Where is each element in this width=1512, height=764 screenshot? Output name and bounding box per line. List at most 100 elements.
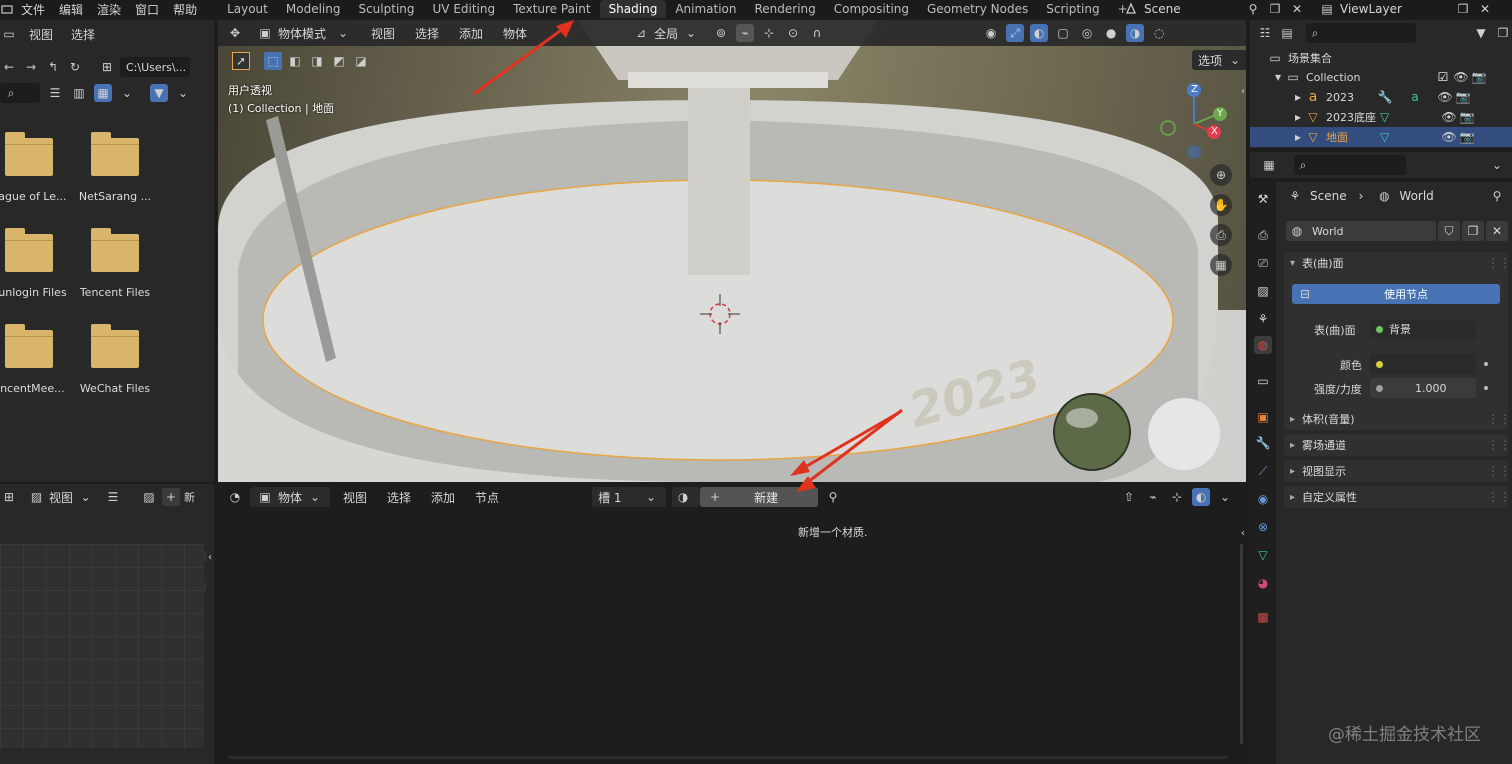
drag-handle-icon[interactable]: ⋮⋮: [1487, 410, 1511, 428]
shader-editor[interactable]: ◔ ▣ 物体 ⌄ 视图 选择 添加 节点 槽 1 ⌄ ◑ + 新建 ⚲ ⇧ ⌁ …: [218, 408, 1246, 764]
new-folder-icon[interactable]: ⊞: [98, 58, 116, 76]
pivot-icon[interactable]: ⊚: [712, 24, 730, 42]
shader-menu-select[interactable]: 选择: [380, 487, 418, 507]
eye-icon[interactable]: 👁: [1452, 68, 1470, 86]
refresh-icon[interactable]: ↻: [66, 58, 84, 76]
custom-properties-panel-header[interactable]: ▸ 自定义属性 ⋮⋮: [1284, 486, 1511, 508]
shading-rendered-icon[interactable]: ◌: [1150, 24, 1168, 42]
menu-render[interactable]: 渲染: [90, 0, 128, 18]
display-columns-icon[interactable]: ▥: [70, 84, 88, 102]
shader-menu-add[interactable]: 添加: [424, 487, 462, 507]
select-tool-icon[interactable]: ➚: [232, 52, 250, 70]
camera-icon[interactable]: ⎙: [1210, 224, 1232, 246]
drag-handle-icon[interactable]: ⋮⋮: [1487, 488, 1511, 506]
file-item[interactable]: encentMee...: [0, 324, 72, 395]
render-camera-icon[interactable]: 📷: [1458, 108, 1476, 126]
file-item[interactable]: Tencent Files: [72, 228, 158, 299]
new-scene-icon[interactable]: ❐: [1266, 0, 1284, 18]
hamburger-menu-icon[interactable]: ☰: [104, 488, 122, 506]
strength-keyframe-dot[interactable]: [1484, 386, 1488, 390]
render-tab-icon[interactable]: ⎙: [1254, 226, 1272, 244]
snap-target-icon[interactable]: ⊹: [1168, 488, 1186, 506]
select-box-invert-icon[interactable]: ◩: [330, 52, 348, 70]
display-mode-icon[interactable]: ▤: [1278, 24, 1296, 42]
file-search-input[interactable]: ⌕: [0, 83, 40, 103]
back-arrow-icon[interactable]: ←: [0, 58, 18, 76]
properties-search-input[interactable]: ⌕: [1294, 155, 1406, 175]
blender-menu-icon[interactable]: [0, 0, 14, 18]
zoom-icon[interactable]: ⊕: [1210, 164, 1232, 186]
shader-type-dropdown[interactable]: ▣ 物体 ⌄: [250, 487, 330, 507]
file-item[interactable]: Sunlogin Files: [0, 228, 72, 299]
surface-panel-header[interactable]: ▾ 表(曲)面 ⋮⋮: [1284, 252, 1511, 274]
eye-icon[interactable]: 👁: [1440, 128, 1458, 146]
outliner-row-object[interactable]: ▸ a 2023 🔧 a 👁 📷: [1250, 87, 1512, 107]
sidebar-toggle-chevron-icon[interactable]: ‹: [1234, 82, 1246, 100]
3d-viewport[interactable]: 2023 ✥ ▣ 物体模式 ⌄ 视图 选择 添加 物体 ⊿ 全局 ⌄ ⊚ ⌁ ⊹…: [218, 20, 1246, 482]
fb-menu-select[interactable]: 选择: [64, 24, 102, 44]
modifier-tab-icon[interactable]: 🔧: [1254, 434, 1272, 452]
physics-tab-icon[interactable]: ◉: [1254, 490, 1272, 508]
xray-icon[interactable]: ▢: [1054, 24, 1072, 42]
editor-type-icon[interactable]: ☷: [1256, 24, 1274, 42]
view-layer-selector[interactable]: ▤ ViewLayer ❐ ✕: [1318, 0, 1494, 18]
select-box-subtract-icon[interactable]: ◨: [308, 52, 326, 70]
material-tab-icon[interactable]: ◕: [1254, 574, 1272, 592]
filter-chevron-icon[interactable]: ⌄: [174, 84, 192, 102]
view-layer-tab-icon[interactable]: ▨: [1254, 282, 1272, 300]
drag-handle-icon[interactable]: ⋮⋮: [1487, 254, 1511, 272]
editor-type-icon[interactable]: ◔: [226, 488, 244, 506]
gizmo-icon[interactable]: ⤢: [1006, 24, 1025, 42]
add-image-icon[interactable]: +: [162, 488, 180, 506]
filter-icon[interactable]: ▼: [150, 84, 168, 102]
tab-animation[interactable]: Animation: [666, 0, 745, 18]
menu-window[interactable]: 窗口: [128, 0, 166, 18]
surface-shader-field[interactable]: 背景: [1370, 319, 1476, 339]
file-item[interactable]: eague of Le...: [0, 132, 72, 203]
pin-icon[interactable]: ⚲: [1244, 0, 1262, 18]
render-camera-icon[interactable]: 📷: [1454, 88, 1472, 106]
visibility-icon[interactable]: ◉: [982, 24, 1000, 42]
vp-menu-select[interactable]: 选择: [408, 23, 446, 43]
overlay-icon[interactable]: ◐: [1030, 24, 1049, 42]
mode-dropdown[interactable]: ▣ 物体模式 ⌄: [250, 23, 358, 43]
fb-menu-view[interactable]: 视图: [22, 24, 60, 44]
outliner-row-collection[interactable]: ▾ ▭ Collection ☑ 👁 📷: [1250, 67, 1512, 87]
tab-geometry-nodes[interactable]: Geometry Nodes: [918, 0, 1037, 18]
tool-tab-icon[interactable]: ⚒: [1254, 190, 1272, 208]
duplicate-world-button[interactable]: ❐: [1462, 221, 1484, 241]
pin-icon[interactable]: ⚲: [1488, 187, 1506, 205]
fake-user-button[interactable]: ⛉: [1438, 221, 1460, 241]
chevron-down-icon[interactable]: ⌄: [1216, 488, 1234, 506]
tab-modeling[interactable]: Modeling: [277, 0, 350, 18]
select-box-intersect-icon[interactable]: ◪: [352, 52, 370, 70]
sidebar-toggle-chevron-icon[interactable]: ‹: [206, 548, 214, 566]
select-box-extend-icon[interactable]: ◧: [286, 52, 304, 70]
new-image-label[interactable]: 新: [184, 489, 195, 505]
transform-orientation-dropdown[interactable]: ⊿ 全局 ⌄: [626, 23, 706, 43]
mist-pass-panel-header[interactable]: ▸ 雾场通道 ⋮⋮: [1284, 434, 1511, 456]
shader-hscrollbar[interactable]: [228, 756, 1228, 759]
new-view-layer-icon[interactable]: ❐: [1454, 0, 1472, 18]
tab-rendering[interactable]: Rendering: [746, 0, 825, 18]
vp-menu-view[interactable]: 视图: [364, 23, 402, 43]
output-tab-icon[interactable]: ⎚: [1254, 254, 1272, 272]
shading-wireframe-icon[interactable]: ◎: [1078, 24, 1096, 42]
eye-icon[interactable]: 👁: [1436, 88, 1454, 106]
editor-type-icon[interactable]: ⊞: [0, 488, 18, 506]
path-field[interactable]: C:\Users\...: [120, 57, 190, 77]
proportional-edit-icon[interactable]: ⊙: [784, 24, 802, 42]
chevron-down-icon[interactable]: ⌄: [1488, 156, 1506, 174]
shader-scrollbar[interactable]: [1240, 544, 1243, 744]
color-keyframe-dot[interactable]: [1484, 362, 1488, 366]
chevron-right-icon[interactable]: ▸: [1292, 128, 1304, 146]
overlay-icon[interactable]: ◐: [1192, 488, 1211, 506]
shader-menu-view[interactable]: 视图: [336, 487, 374, 507]
sort-chevron-icon[interactable]: ⌄: [118, 84, 136, 102]
world-tab-icon[interactable]: ◍: [1254, 336, 1272, 354]
object-tab-icon[interactable]: ▣: [1254, 408, 1272, 426]
strength-field[interactable]: 1.000: [1370, 378, 1476, 398]
display-thumbnails-icon[interactable]: ▦: [94, 84, 112, 102]
snap-icon[interactable]: ⌁: [736, 24, 755, 42]
outliner-row-scene-collection[interactable]: ▭ 场景集合: [1250, 48, 1512, 68]
